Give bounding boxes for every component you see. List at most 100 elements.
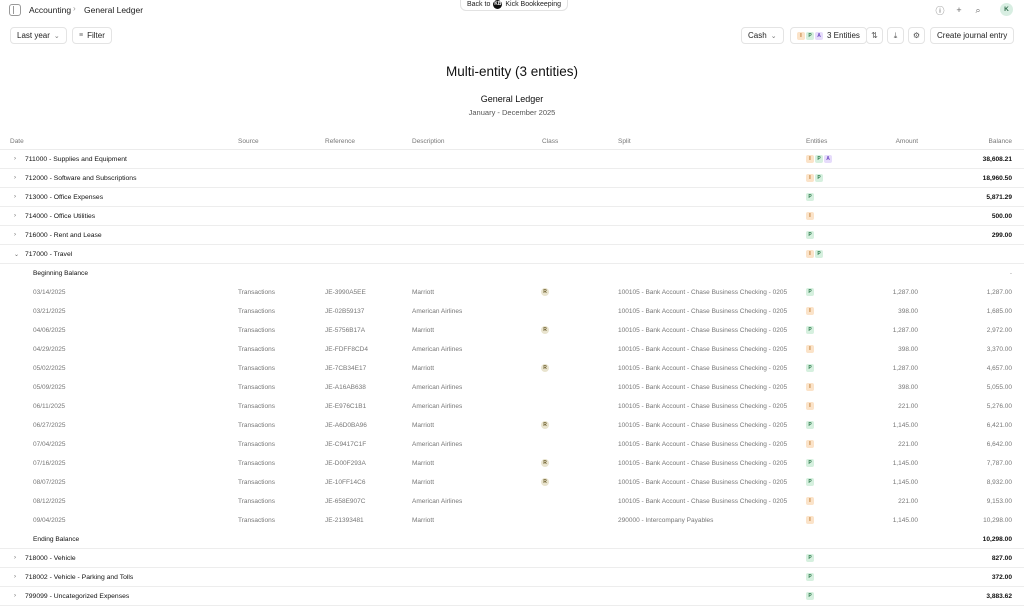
entity-badges: IP — [806, 250, 823, 258]
col-reference[interactable]: Reference — [325, 138, 355, 145]
txn-split: 100105 - Bank Account - Chase Business C… — [618, 403, 788, 410]
sidebar-toggle-icon[interactable] — [9, 4, 21, 16]
chevron-right-icon[interactable]: › — [14, 593, 16, 599]
basis-select[interactable]: Cash ⌄ — [741, 27, 784, 44]
col-source[interactable]: Source — [238, 138, 259, 145]
txn-amount: 1,287.00 — [892, 365, 918, 372]
txn-split: 100105 - Bank Account - Chase Business C… — [618, 460, 788, 467]
txn-reference[interactable]: JE-658E907C — [325, 498, 365, 505]
txn-reference[interactable]: JE-02B59137 — [325, 308, 364, 315]
account-row[interactable]: › 712000 - Software and Subscriptions I P 18… — [0, 169, 1024, 188]
entity-badge-p: P — [806, 231, 814, 239]
account-balance: 372.00 — [991, 574, 1012, 581]
transaction-row[interactable]: 08/12/2025 Transactions JE-658E907C America… — [0, 492, 1024, 511]
download-icon[interactable]: ⤓ — [887, 27, 904, 44]
account-row[interactable]: ⌄ 717000 - Travel I P — [0, 245, 1024, 264]
txn-description: Marriott — [412, 289, 435, 296]
transaction-row[interactable]: 04/06/2025 Transactions JE-5756B17A Marriot… — [0, 321, 1024, 340]
report-subtitle: General Ledger — [480, 94, 544, 104]
account-row[interactable]: › 711000 - Supplies and Equipment I P A 38,60… — [0, 150, 1024, 169]
txn-reference[interactable]: JE-D00F293A — [325, 460, 366, 467]
txn-reference[interactable]: JE-A16AB638 — [325, 384, 366, 391]
col-balance[interactable]: Balance — [989, 138, 1013, 145]
txn-amount: 1,145.00 — [892, 460, 918, 467]
create-journal-entry-button[interactable]: Create journal entry — [930, 27, 1015, 44]
transaction-row[interactable]: 03/21/2025 Transactions JE-02B59137 America… — [0, 302, 1024, 321]
txn-reference[interactable]: JE-E976C1B1 — [325, 403, 366, 410]
account-name: 711000 - Supplies and Equipment — [25, 156, 127, 163]
search-icon[interactable]: ⌕ — [972, 4, 984, 16]
class-badge: R — [541, 459, 549, 467]
txn-reference[interactable]: JE-21393481 — [325, 517, 364, 524]
account-row[interactable]: › 799099 - Uncategorized Expenses P 3,883.6… — [0, 587, 1024, 606]
transaction-row[interactable]: 06/11/2025 Transactions JE-E976C1B1 America… — [0, 397, 1024, 416]
col-date[interactable]: Date — [10, 138, 24, 145]
chevron-right-icon[interactable]: › — [14, 194, 16, 200]
entity-badge-p: P — [806, 478, 814, 486]
chevron-down-icon[interactable]: ⌄ — [14, 251, 19, 258]
back-to-kick-button[interactable]: Back to KB Kick Bookkeeping — [460, 0, 569, 11]
transaction-row[interactable]: 06/27/2025 Transactions JE-A6D0BA96 Marriot… — [0, 416, 1024, 435]
entity-badge-p: P — [806, 193, 814, 201]
chevron-right-icon[interactable]: › — [14, 555, 16, 561]
txn-reference[interactable]: JE-10FF14C6 — [325, 479, 365, 486]
entity-badge-i: I — [806, 516, 814, 524]
txn-amount: 1,145.00 — [892, 422, 918, 429]
col-entities[interactable]: Entities — [806, 138, 827, 145]
transaction-row[interactable]: 05/02/2025 Transactions JE-7CB34E17 Marriot… — [0, 359, 1024, 378]
account-row[interactable]: › 718002 - Vehicle - Parking and Tolls P 37… — [0, 568, 1024, 587]
period-select[interactable]: Last year ⌄ — [10, 27, 67, 44]
chevron-right-icon[interactable]: › — [14, 156, 16, 162]
entity-badges: I — [806, 516, 814, 524]
breadcrumb-accounting[interactable]: Accounting — [29, 5, 71, 15]
chevron-down-icon: ⌄ — [770, 32, 777, 40]
avatar[interactable]: K — [1000, 3, 1013, 16]
entity-badges: P — [806, 592, 814, 600]
transaction-row[interactable]: 08/07/2025 Transactions JE-10FF14C6 Marriot… — [0, 473, 1024, 492]
entity-badge-i: I — [797, 31, 805, 40]
settings-icon[interactable]: ⚙ — [908, 27, 925, 44]
account-row[interactable]: › 714000 - Office Utilities I 500.00 — [0, 207, 1024, 226]
col-amount[interactable]: Amount — [896, 138, 918, 145]
entity-badge-a: A — [815, 31, 823, 40]
account-name: 714000 - Office Utilities — [25, 213, 96, 220]
txn-reference[interactable]: JE-A6D0BA96 — [325, 422, 367, 429]
chevron-right-icon[interactable]: › — [14, 232, 16, 238]
plus-icon[interactable]: + — [953, 4, 965, 16]
txn-source: Transactions — [238, 346, 275, 353]
collapse-icon[interactable]: ⇅ — [866, 27, 883, 44]
txn-reference[interactable]: JE-5756B17A — [325, 327, 365, 334]
transaction-row[interactable]: 03/14/2025 Transactions JE-3990A5EE Marriot… — [0, 283, 1024, 302]
txn-reference[interactable]: JE-3990A5EE — [325, 289, 366, 296]
txn-reference[interactable]: JE-FDFF8CD4 — [325, 346, 368, 353]
entity-badges: P — [806, 288, 814, 296]
transaction-row[interactable]: 07/16/2025 Transactions JE-D00F293A Marriot… — [0, 454, 1024, 473]
col-split[interactable]: Split — [618, 138, 631, 145]
entity-badge-p: P — [806, 421, 814, 429]
chevron-right-icon[interactable]: › — [14, 213, 16, 219]
txn-source: Transactions — [238, 384, 275, 391]
chevron-right-icon[interactable]: › — [14, 574, 16, 580]
txn-source: Transactions — [238, 365, 275, 372]
chevron-right-icon[interactable]: › — [14, 175, 16, 181]
transaction-row[interactable]: 05/09/2025 Transactions JE-A16AB638 America… — [0, 378, 1024, 397]
account-row[interactable]: › 718000 - Vehicle P 827.00 — [0, 549, 1024, 568]
transaction-row[interactable]: 09/04/2025 Transactions JE-21393481 Marriot… — [0, 511, 1024, 530]
txn-reference[interactable]: JE-7CB34E17 — [325, 365, 366, 372]
entity-badges: P — [806, 459, 814, 467]
txn-split: 100105 - Bank Account - Chase Business C… — [618, 441, 788, 448]
entity-badge-i: I — [806, 402, 814, 410]
account-row[interactable]: › 716000 - Rent and Lease P 299.00 — [0, 226, 1024, 245]
info-icon[interactable]: ⓘ — [934, 4, 946, 16]
entity-badge-i: I — [806, 345, 814, 353]
entity-badges: P — [806, 554, 814, 562]
col-class[interactable]: Class — [542, 138, 558, 145]
transaction-row[interactable]: 04/29/2025 Transactions JE-FDFF8CD4 America… — [0, 340, 1024, 359]
col-description[interactable]: Description — [412, 138, 445, 145]
entity-badges: I — [806, 345, 814, 353]
transaction-row[interactable]: 07/04/2025 Transactions JE-C9417C1F America… — [0, 435, 1024, 454]
account-row[interactable]: › 713000 - Office Expenses P 5,871.29 — [0, 188, 1024, 207]
filter-button[interactable]: ≡ Filter — [72, 27, 112, 44]
entities-select[interactable]: I P A 3 Entities — [790, 27, 867, 44]
txn-reference[interactable]: JE-C9417C1F — [325, 441, 366, 448]
